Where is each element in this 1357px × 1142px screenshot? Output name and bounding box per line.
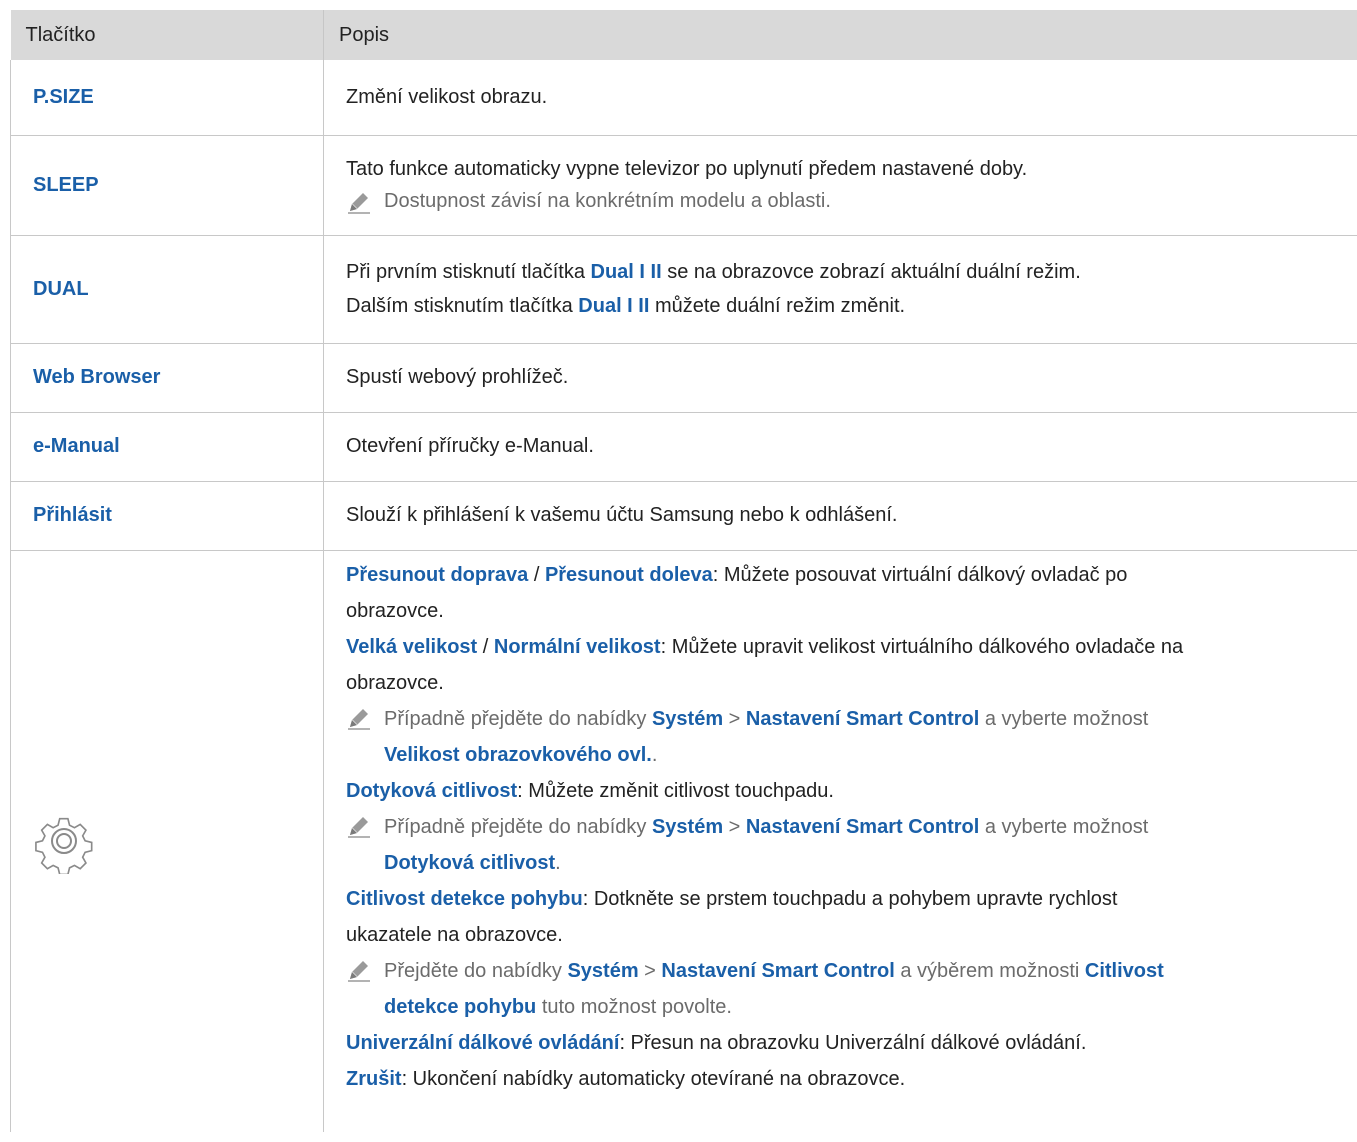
description-web-browser: Spustí webový prohlížeč. — [346, 366, 569, 388]
note-line: Přejděte do nabídky Systém > Nastavení S… — [346, 953, 1357, 989]
note-text: Dostupnost závisí na konkrétním modelu a… — [384, 190, 831, 212]
settings-size-cont: obrazovce. — [346, 671, 444, 694]
description-dual-line1: Při prvním stisknutí tlačítka Dual I II … — [346, 261, 1081, 283]
settings-size-line: Velká velikost / Normální velikost: Může… — [346, 635, 1184, 658]
note-cont: Dotyková citlivost. — [384, 851, 561, 874]
note-cont: detekce pohybu tuto možnost povolte. — [384, 995, 732, 1018]
button-label-psize: P.SIZE — [33, 85, 94, 108]
description-dual-line2: Dalším stisknutím tlačítka Dual I II můž… — [346, 295, 906, 317]
button-label-dual: DUAL — [33, 277, 89, 300]
pencil-note-icon — [346, 813, 372, 839]
note-line: Případně přejděte do nabídky Systém > Na… — [346, 701, 1357, 737]
table-row: SLEEP Tato funkce automaticky vypne tele… — [10, 135, 1357, 236]
table-header-row: Tlačítko Popis — [10, 10, 1357, 60]
description-prihlasit: Slouží k přihlášení k vašemu účtu Samsun… — [346, 504, 898, 526]
description-e-manual: Otevření příručky e-Manual. — [346, 435, 594, 457]
settings-motion-cont: ukazatele na obrazovce. — [346, 923, 563, 946]
settings-universal-line: Univerzální dálkové ovládání: Přesun na … — [346, 1031, 1087, 1054]
header-button-column: Tlačítko — [10, 10, 324, 60]
description-psize: Změní velikost obrazu. — [346, 85, 548, 108]
button-label-web-browser: Web Browser — [33, 366, 161, 388]
note-line: Případně přejděte do nabídky Systém > Na… — [346, 809, 1357, 845]
settings-motion-line: Citlivost detekce pohybu: Dotkněte se pr… — [346, 887, 1118, 910]
pencil-note-icon — [346, 705, 372, 731]
table-row: Web Browser Spustí webový prohlížeč. — [10, 343, 1357, 413]
pencil-note-icon — [346, 957, 372, 983]
remote-buttons-table: Tlačítko Popis P.SIZE Změní velikost obr… — [10, 10, 1357, 1132]
table-row: P.SIZE Změní velikost obrazu. — [10, 60, 1357, 136]
button-label-prihlasit: Přihlásit — [33, 504, 112, 526]
table-row: e-Manual Otevření příručky e-Manual. — [10, 412, 1357, 482]
pencil-note-icon — [346, 189, 372, 215]
settings-move-line: Přesunout doprava / Přesunout doleva: Mů… — [346, 563, 1128, 586]
settings-move-cont: obrazovce. — [346, 599, 444, 622]
settings-touch-line: Dotyková citlivost: Můžete změnit citliv… — [346, 779, 834, 802]
table-row: Přihlásit Slouží k přihlášení k vašemu ú… — [10, 481, 1357, 551]
table-row: Přesunout doprava / Přesunout doleva: Mů… — [10, 550, 1357, 1132]
header-description-column: Popis — [323, 10, 1357, 60]
button-label-e-manual: e-Manual — [33, 435, 120, 457]
note-cont: Velikost obrazovkového ovl.. — [384, 743, 658, 766]
gear-icon — [35, 818, 93, 875]
table-row: DUAL Při prvním stisknutí tlačítka Dual … — [10, 235, 1357, 344]
note-line: Dostupnost závisí na konkrétním modelu a… — [346, 185, 1357, 217]
settings-cancel-line: Zrušit: Ukončení nabídky automaticky ote… — [346, 1067, 906, 1090]
description-sleep: Tato funkce automaticky vypne televizor … — [346, 158, 1028, 180]
button-label-sleep: SLEEP — [33, 173, 99, 196]
